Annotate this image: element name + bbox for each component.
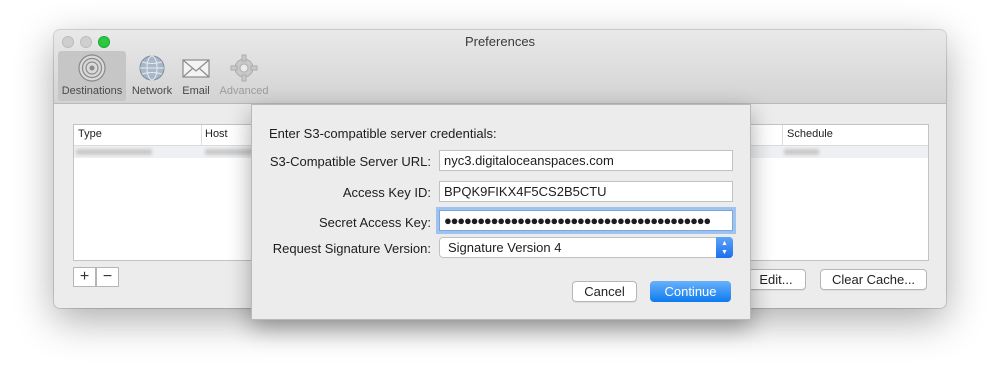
redacted-host-cell [205,149,255,155]
destinations-target-icon [78,54,106,82]
credentials-sheet: Enter S3-compatible server credentials: … [251,104,751,320]
toolbar-destinations[interactable]: Destinations [58,51,126,101]
toolbar-email-label: Email [182,85,210,97]
column-header-type[interactable]: Type [78,128,102,140]
column-divider [782,125,783,145]
redacted-type-cell [76,149,152,155]
access-key-label: Access Key ID: [342,185,431,200]
sheet-title: Enter S3-compatible server credentials: [269,126,497,141]
title-bar: Preferences Destinations Network Email A… [54,30,946,104]
edit-button[interactable]: Edit... [746,269,806,290]
window-title: Preferences [464,34,536,49]
toolbar-email[interactable]: Email [178,51,214,101]
column-header-schedule[interactable]: Schedule [787,128,833,140]
signature-version-value: Signature Version 4 [448,240,562,255]
server-url-field[interactable]: nyc3.digitaloceanspaces.com [439,150,733,171]
toolbar-advanced[interactable]: Advanced [214,51,274,101]
signature-version-select[interactable]: Signature Version 4 ▲ ▼ [439,237,733,258]
toolbar-destinations-label: Destinations [61,85,123,97]
column-header-host[interactable]: Host [205,128,228,140]
envelope-icon [182,59,210,78]
chevron-updown-icon[interactable]: ▲ ▼ [716,237,733,258]
signature-version-label: Request Signature Version: [272,241,431,256]
continue-button[interactable]: Continue [650,281,731,302]
toolbar-network-label: Network [131,85,173,97]
server-url-label: S3-Compatible Server URL: [269,154,431,169]
column-divider [201,125,202,145]
cancel-button[interactable]: Cancel [572,281,637,302]
remove-destination-button[interactable]: − [96,267,119,287]
globe-icon [139,55,165,81]
redacted-schedule-cell [784,149,819,155]
add-destination-button[interactable]: + [73,267,96,287]
access-key-field[interactable]: BPQK9FIKX4F5CS2B5CTU [439,181,733,202]
clear-cache-button[interactable]: Clear Cache... [820,269,927,290]
gear-icon [230,54,258,82]
toolbar-network[interactable]: Network [128,51,176,101]
secret-key-field[interactable]: ●●●●●●●●●●●●●●●●●●●●●●●●●●●●●●●●●●●●●●●● [439,210,733,231]
toolbar-advanced-label: Advanced [219,85,269,97]
secret-key-label: Secret Access Key: [319,215,431,230]
